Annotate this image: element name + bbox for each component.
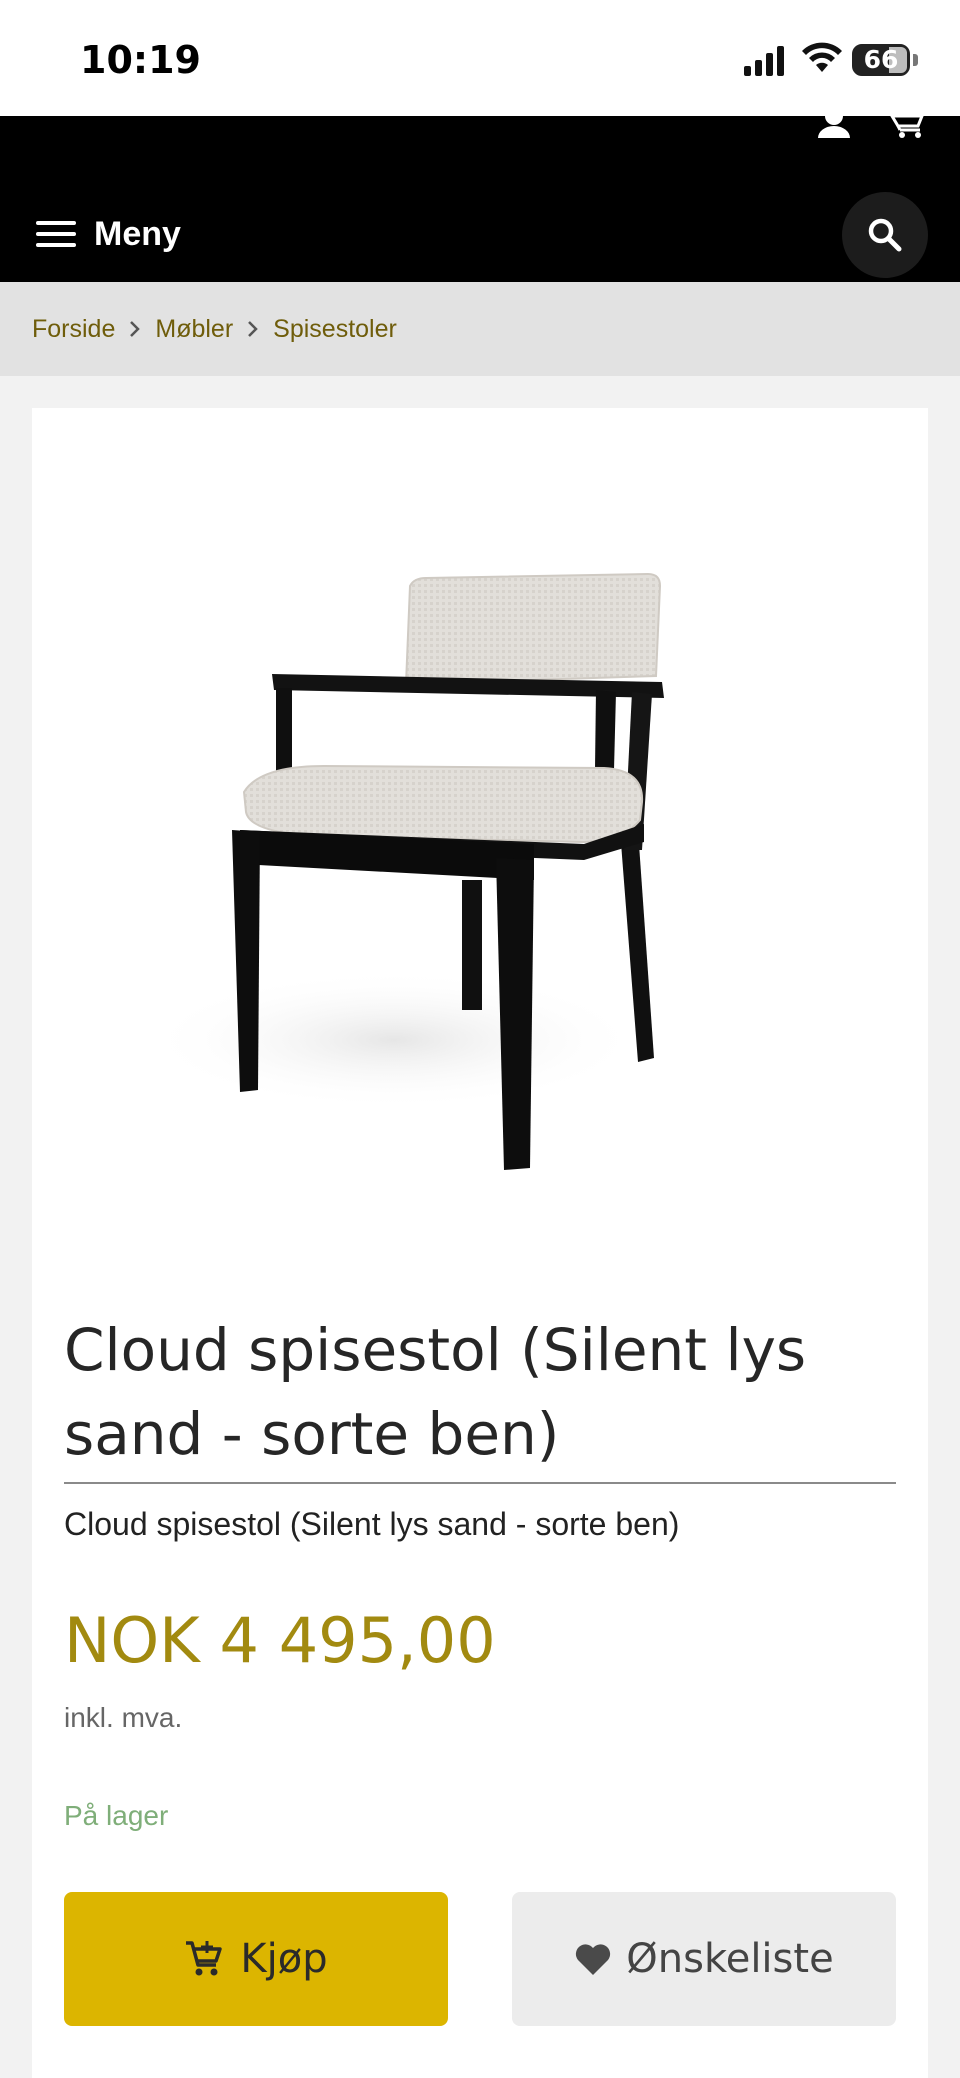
status-time: 10:19 <box>80 38 201 82</box>
heart-icon <box>576 1944 611 1975</box>
search-button[interactable] <box>842 192 928 278</box>
product-title: Cloud spisestol (Silent lys sand - sorte… <box>64 1308 896 1484</box>
chevron-right-icon <box>233 319 273 339</box>
product-card: Cloud spisestol (Silent lys sand - sorte… <box>32 408 928 2078</box>
site-header: Meny <box>0 116 960 282</box>
buy-button[interactable]: Kjøp <box>64 1892 448 2026</box>
cart-icon[interactable] <box>888 116 928 138</box>
breadcrumb-item-furniture[interactable]: Møbler <box>155 315 233 344</box>
breadcrumb-item-dining-chairs[interactable]: Spisestoler <box>273 315 397 344</box>
menu-label: Meny <box>94 214 181 253</box>
product-subtitle: Cloud spisestol (Silent lys sand - sorte… <box>64 1506 680 1542</box>
menu-button[interactable]: Meny <box>36 212 181 256</box>
chair-photo <box>144 572 664 1170</box>
user-icon[interactable] <box>816 116 852 138</box>
hamburger-icon <box>36 219 76 249</box>
wifi-icon <box>802 42 842 72</box>
wishlist-label: Ønskeliste <box>626 1936 834 1982</box>
product-image[interactable] <box>64 440 896 1272</box>
signal-icon <box>744 46 784 76</box>
battery-tip <box>913 54 918 66</box>
chevron-right-icon <box>115 319 155 339</box>
buy-label: Kjøp <box>240 1936 328 1982</box>
battery-icon: 66 <box>852 44 910 76</box>
wishlist-button[interactable]: Ønskeliste <box>512 1892 896 2026</box>
breadcrumb-item-home[interactable]: Forside <box>32 315 115 344</box>
add-to-cart-icon <box>186 1941 223 1976</box>
search-icon <box>868 218 902 252</box>
site-logo[interactable] <box>40 116 360 128</box>
breadcrumb: Forside Møbler Spisestoler <box>0 282 960 376</box>
battery-percent: 66 <box>863 45 899 74</box>
vat-label: inkl. mva. <box>64 1702 183 1733</box>
status-bar: 10:19 66 <box>0 0 960 116</box>
stock-status: På lager <box>64 1800 169 1831</box>
product-price: NOK 4 495,00 <box>64 1604 496 1677</box>
